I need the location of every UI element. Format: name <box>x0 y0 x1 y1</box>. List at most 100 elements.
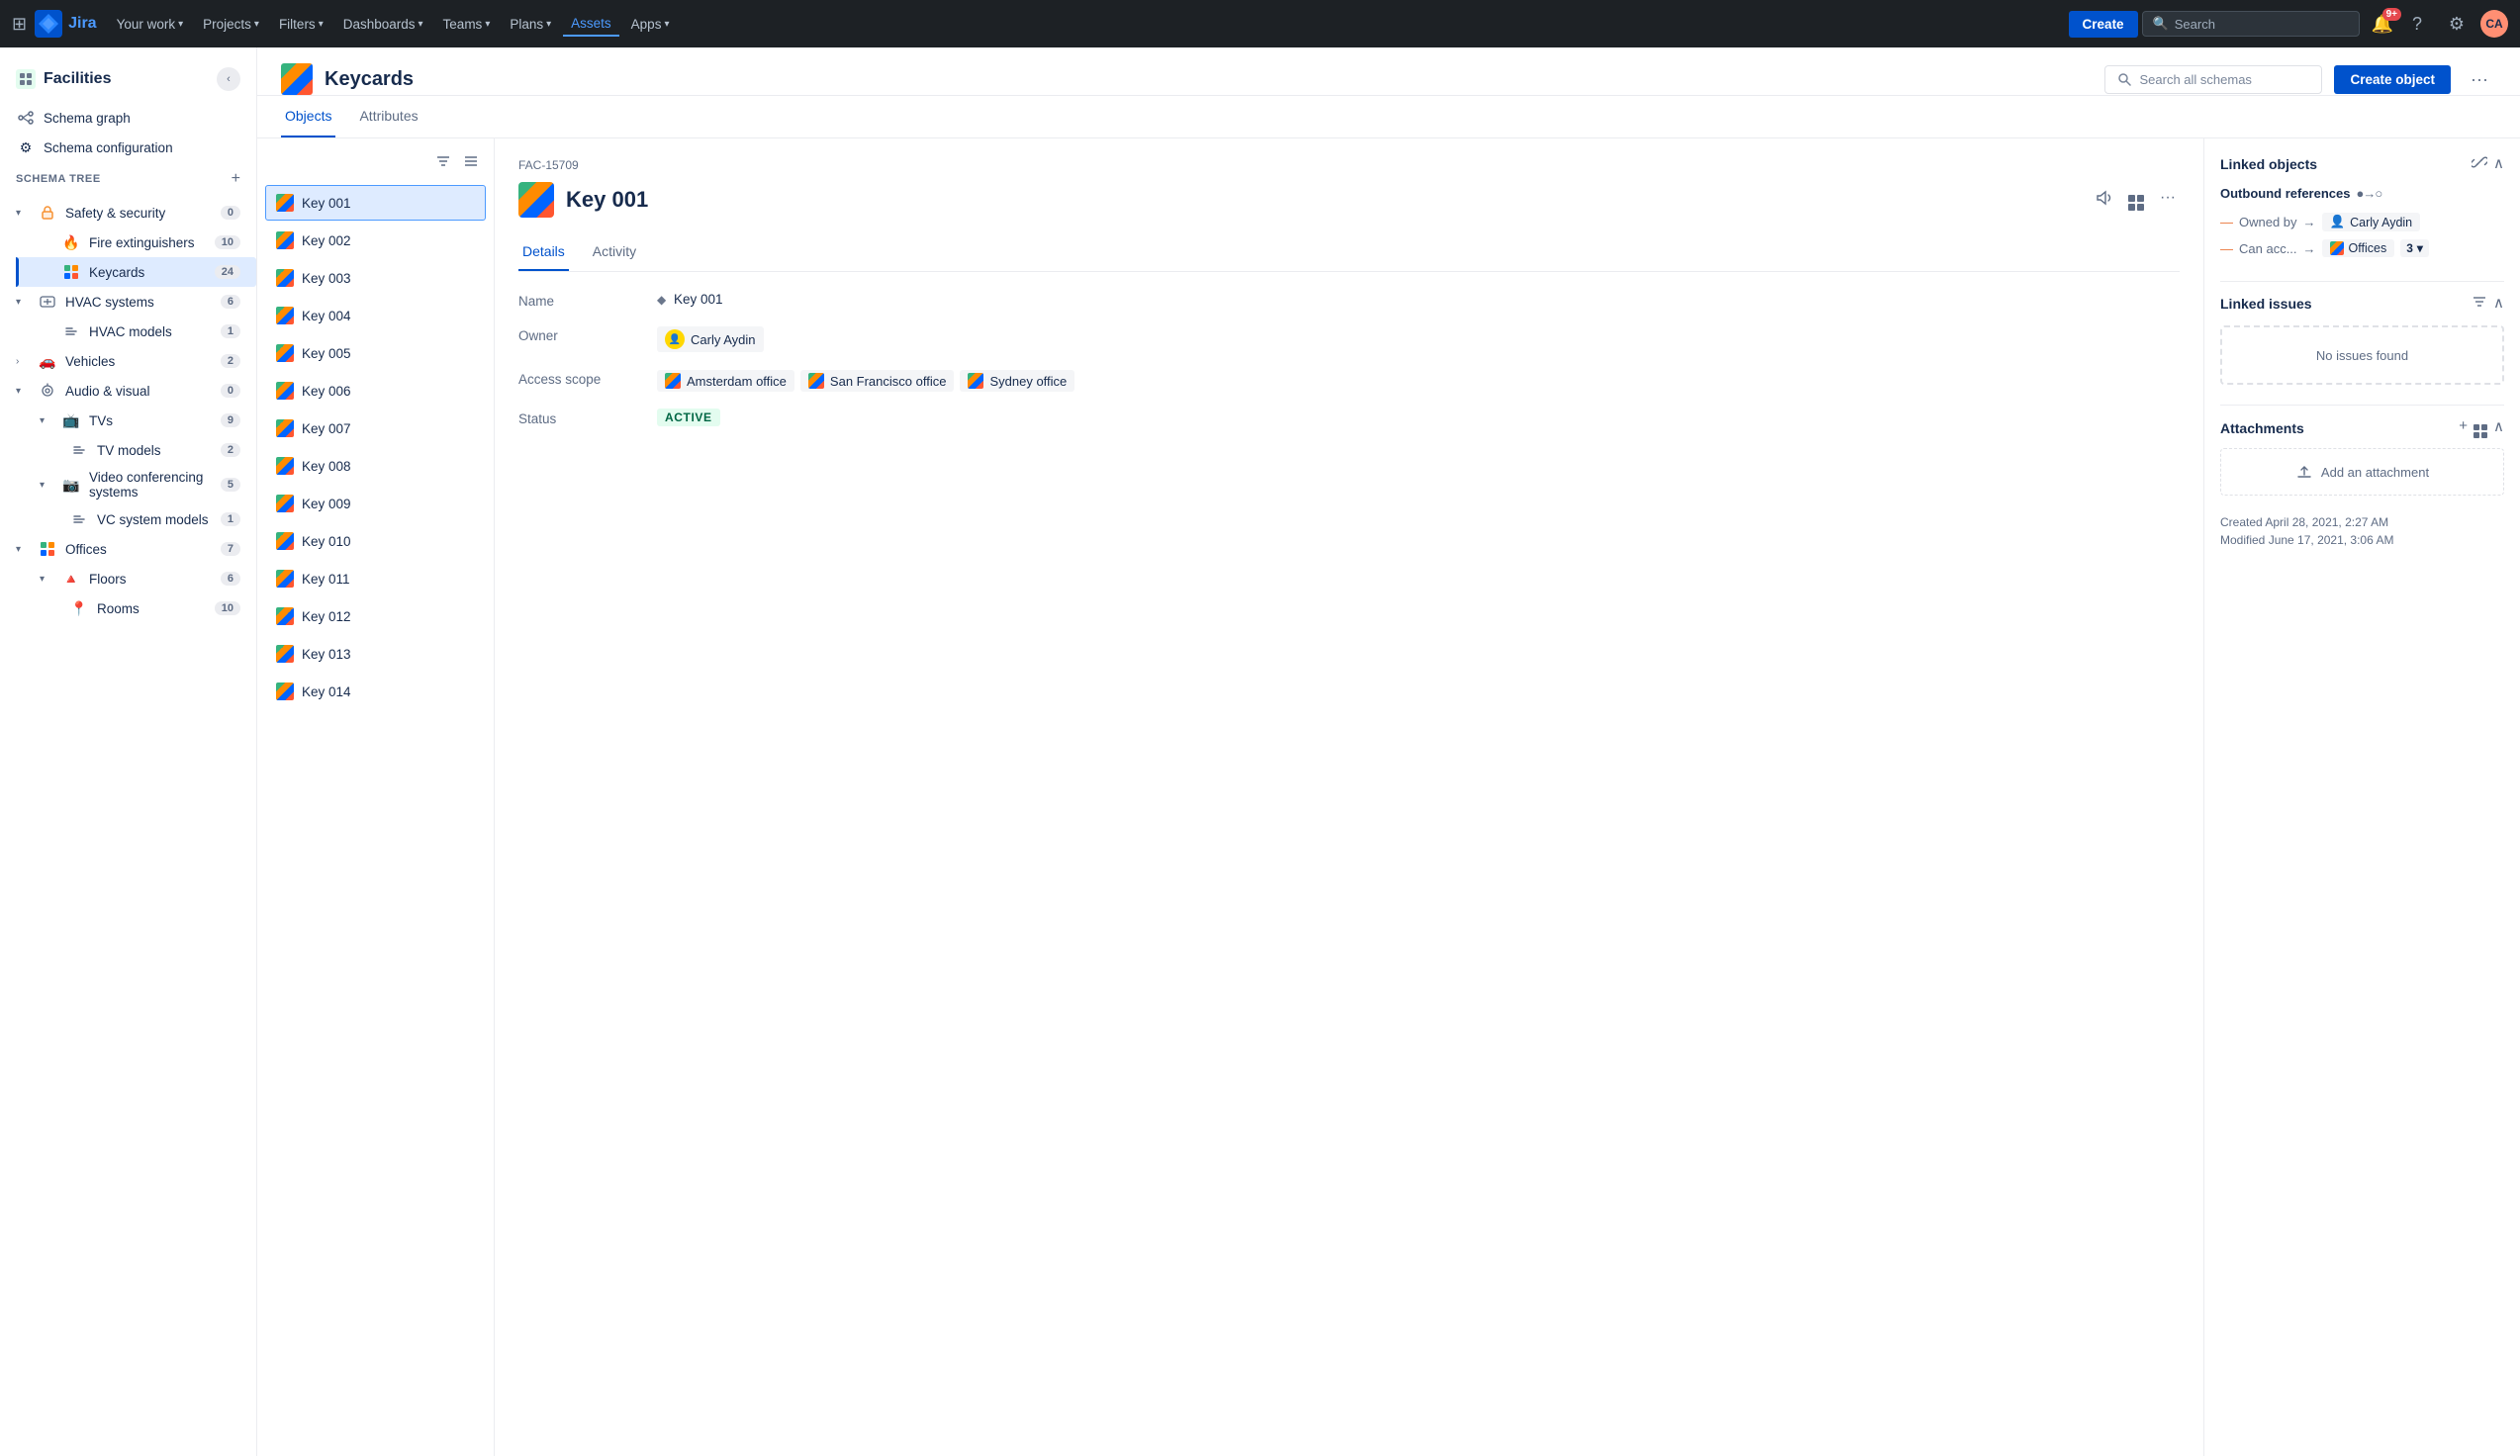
notifications-button[interactable]: 🔔 9+ <box>2372 14 2393 35</box>
create-button[interactable]: Create <box>2069 11 2138 38</box>
tv-models-icon <box>69 440 89 460</box>
tab-objects[interactable]: Objects <box>281 96 335 137</box>
jira-logo[interactable]: Jira <box>35 10 96 38</box>
collapse-attachments-button[interactable]: ∧ <box>2493 417 2504 438</box>
schema-tree-add-button[interactable]: + <box>232 170 240 188</box>
sidebar-schema-graph[interactable]: Schema graph <box>0 103 256 133</box>
section-divider-2 <box>2220 405 2504 406</box>
filters-link[interactable]: Filters ▾ <box>271 13 331 36</box>
app-switcher-icon[interactable]: ⊞ <box>12 14 27 35</box>
name-value: ◆ Key 001 <box>657 292 2180 307</box>
list-item[interactable]: Key 001 <box>265 185 486 221</box>
list-item[interactable]: Key 008 <box>265 448 486 484</box>
safety-count: 0 <box>221 206 240 220</box>
list-item[interactable]: Key 009 <box>265 486 486 521</box>
status-value: ACTIVE <box>657 410 2180 424</box>
list-item-label: Key 003 <box>302 271 351 286</box>
chevron-down-icon: ▾ <box>16 297 30 308</box>
floors-icon: 🔺 <box>61 569 81 589</box>
collapse-linked-objects-button[interactable]: ∧ <box>2493 154 2504 174</box>
list-item[interactable]: Key 005 <box>265 335 486 371</box>
sidebar-item-vc-models[interactable]: VC system models 1 <box>12 504 256 534</box>
group-icon[interactable] <box>460 150 482 177</box>
sidebar-item-vehicles[interactable]: › 🚗 Vehicles 2 <box>0 346 256 376</box>
projects-link[interactable]: Projects ▾ <box>195 13 267 36</box>
assets-link[interactable]: Assets <box>563 12 619 37</box>
floors-count: 6 <box>221 572 240 586</box>
list-item-label: Key 008 <box>302 459 351 474</box>
search-icon <box>2117 72 2131 86</box>
sidebar-item-tv-models[interactable]: TV models 2 <box>12 435 256 465</box>
chevron-right-icon: › <box>16 356 30 367</box>
collapse-linked-issues-button[interactable]: ∧ <box>2493 294 2504 314</box>
detail-tab-details[interactable]: Details <box>518 233 569 271</box>
announce-icon[interactable] <box>2091 185 2116 216</box>
sidebar-item-hvac-models[interactable]: HVAC models 1 <box>16 317 256 346</box>
list-item-label: Key 002 <box>302 233 351 248</box>
offices-count-badge[interactable]: 3 ▾ <box>2400 239 2429 257</box>
dashboards-link[interactable]: Dashboards ▾ <box>335 13 431 36</box>
sidebar-item-floors[interactable]: ▾ 🔺 Floors 6 <box>16 564 256 593</box>
list-item[interactable]: Key 002 <box>265 223 486 258</box>
list-item[interactable]: Key 013 <box>265 636 486 672</box>
right-panel: Linked objects ∧ <box>2203 138 2520 1456</box>
list-item[interactable]: Key 014 <box>265 674 486 709</box>
object-id: FAC-15709 <box>518 158 2180 172</box>
detail-tab-activity[interactable]: Activity <box>589 233 640 271</box>
schema-graph-icon <box>16 108 36 128</box>
more-options-button[interactable]: ··· <box>2463 65 2496 94</box>
grid-action-icon[interactable] <box>2124 185 2148 216</box>
create-object-button[interactable]: Create object <box>2334 65 2451 94</box>
list-item[interactable]: Key 003 <box>265 260 486 296</box>
scope-tag-icon <box>808 373 824 389</box>
sidebar-item-safety-security[interactable]: ▾ Safety & security 0 <box>0 198 256 228</box>
linked-row-owned-by: — Owned by → 👤 Carly Aydin <box>2220 209 2504 235</box>
add-attachment-dropzone[interactable]: Add an attachment <box>2220 448 2504 496</box>
add-attachment-button[interactable]: + <box>2459 417 2468 438</box>
sidebar-item-rooms[interactable]: 📍 Rooms 10 <box>12 593 256 623</box>
sidebar-item-offices[interactable]: ▾ Offices 7 <box>0 534 256 564</box>
list-item[interactable]: Key 004 <box>265 298 486 333</box>
sidebar-item-fire-extinguishers[interactable]: 🔥 Fire extinguishers 10 <box>16 228 256 257</box>
settings-button[interactable]: ⚙ <box>2441 8 2473 40</box>
filter-icon[interactable] <box>432 150 454 177</box>
grid-view-attachments-icon[interactable] <box>2473 417 2487 438</box>
access-scope-label: Access scope <box>518 370 657 387</box>
teams-link[interactable]: Teams ▾ <box>435 13 499 36</box>
your-work-link[interactable]: Your work ▾ <box>109 13 192 36</box>
detail-object-icon <box>518 182 554 218</box>
list-item-icon <box>276 495 294 512</box>
status-label: Status <box>518 410 657 426</box>
list-item[interactable]: Key 007 <box>265 410 486 446</box>
offices-icon <box>38 539 57 559</box>
sidebar-item-tvs[interactable]: ▾ 📺 TVs 9 <box>16 406 256 435</box>
filter-issues-icon[interactable] <box>2472 294 2487 314</box>
sidebar-item-audio-visual[interactable]: ▾ Audio & visual 0 <box>0 376 256 406</box>
list-item[interactable]: Key 012 <box>265 598 486 634</box>
list-item-icon <box>276 307 294 324</box>
list-item[interactable]: Key 011 <box>265 561 486 596</box>
sidebar-item-vc-systems[interactable]: ▾ 📷 Video conferencing systems 5 <box>16 465 256 504</box>
plans-link[interactable]: Plans ▾ <box>502 13 559 36</box>
list-item-label: Key 006 <box>302 384 351 399</box>
detail-header: Key 001 <box>518 182 2180 218</box>
sidebar-item-hvac[interactable]: ▾ HVAC systems 6 <box>0 287 256 317</box>
sidebar-collapse-button[interactable]: ‹ <box>217 67 240 91</box>
hvac-icon <box>38 292 57 312</box>
chevron-down-icon: ▾ <box>40 480 53 491</box>
detail-more-options-button[interactable]: ··· <box>2156 185 2180 216</box>
list-item[interactable]: Key 006 <box>265 373 486 409</box>
help-button[interactable]: ? <box>2401 8 2433 40</box>
link-icon[interactable] <box>2472 154 2487 174</box>
list-item[interactable]: Key 010 <box>265 523 486 559</box>
attachments-header: Attachments + ∧ <box>2220 417 2504 438</box>
search-all-schemas-input[interactable]: Search all schemas <box>2104 65 2322 94</box>
avatar[interactable]: CA <box>2480 10 2508 38</box>
sidebar-item-keycards[interactable]: Keycards 24 <box>16 257 256 287</box>
tab-attributes[interactable]: Attributes <box>355 96 421 137</box>
created-date: Created April 28, 2021, 2:27 AM <box>2220 515 2504 529</box>
search-box[interactable]: 🔍 Search <box>2142 11 2360 37</box>
sidebar-schema-configuration[interactable]: ⚙ Schema configuration <box>0 133 256 162</box>
apps-link[interactable]: Apps ▾ <box>623 13 678 36</box>
vehicles-count: 2 <box>221 354 240 368</box>
